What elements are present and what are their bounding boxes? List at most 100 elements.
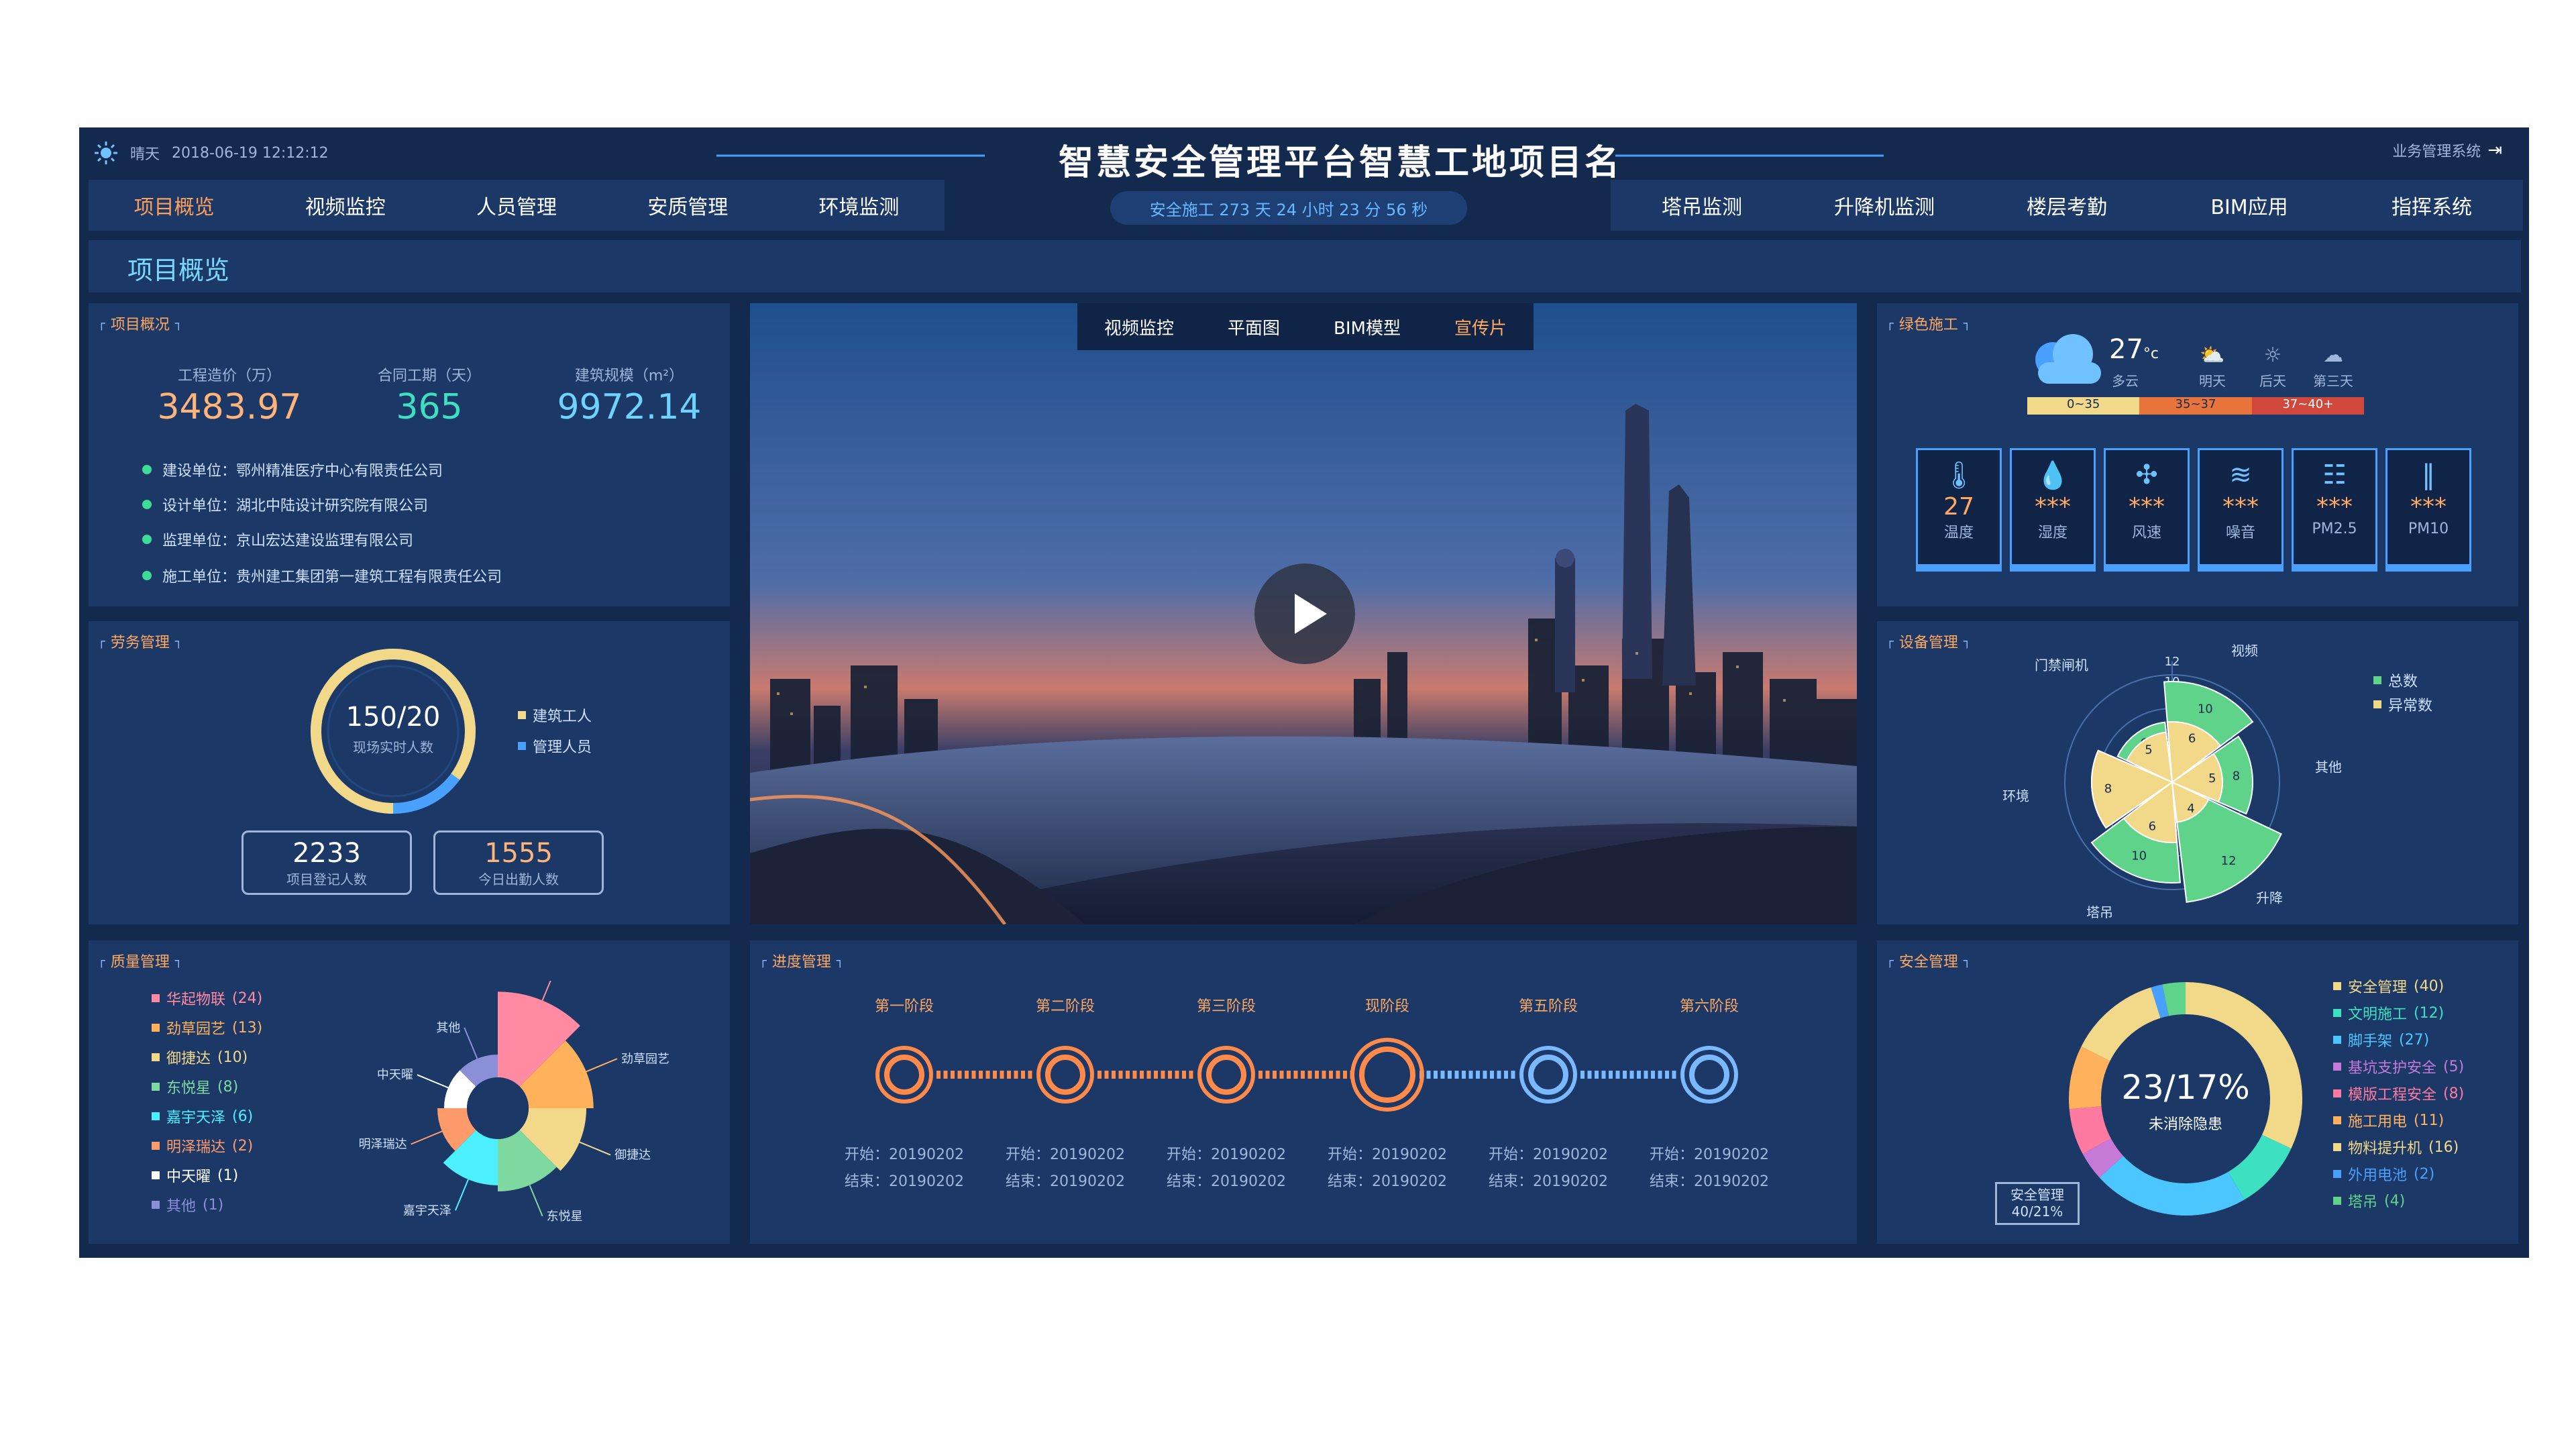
tab-video-monitor[interactable]: 视频监控 [1091,315,1187,339]
labor-ratio-label: 现场实时人数 [353,739,433,755]
legend-swatch [2333,1036,2341,1044]
quality-leader-line [464,1027,478,1059]
safety-panel: 安全管理 23/17% 未消除隐患 安全管理 40/21% 安全管理 (40) 文明… [1877,941,2518,1244]
polar-category-label: 塔吊 [2086,904,2113,920]
nav-item-command[interactable]: 指挥系统 [2341,191,2523,220]
progress-connector-dot [1028,1071,1032,1079]
polar-bar-value: 6 [2149,820,2156,834]
equip-legend-abnormal: 异常数 [2373,694,2432,715]
datetime: 2018-06-19 12:12:12 [172,144,329,162]
current-temp-value: 27 [2109,334,2143,365]
info-contractor: 施工单位：贵州建工集团第一建筑工程有限责任公司 [142,565,502,586]
quality-slice-label: 劲草园艺 [621,1052,669,1066]
polar-bar-value: 12 [2221,854,2237,868]
nav-item-tower-crane[interactable]: 塔吊监测 [1611,191,1793,220]
phase-node-inner [1206,1055,1246,1095]
quality-legend-item: 明泽瑞达 (2) [152,1135,253,1157]
nav-item-safety-quality[interactable]: 安质管理 [602,191,773,220]
project-panel: 项目概况 工程造价（万） 3483.97 合同工期（天） 365 建筑规模（m²… [89,303,730,606]
play-button[interactable] [1254,564,1355,664]
progress-connector-dot [1468,1071,1473,1079]
quality-slice-label: 嘉宇天泽 [403,1203,451,1218]
nav-item-environment[interactable]: 环境监测 [773,191,945,220]
tab-promo-video[interactable]: 宣传片 [1441,315,1520,339]
card-bottom-bar [2106,564,2188,570]
quality-leader-line [529,1185,543,1217]
progress-connector-dot [1637,1071,1641,1079]
quality-legend-count: (10) [217,1049,248,1066]
registered-label: 项目登记人数 [286,871,367,888]
env-card-pm10[interactable]: ‖ *** PM10 [2385,448,2471,572]
page-title: 智慧安全管理平台智慧工地项目名 [1058,143,1622,183]
progress-connector-dot [965,1071,969,1079]
green-panel-tag: 绿色施工 [1886,313,1971,334]
stat-duration-label: 合同工期（天） [377,368,481,384]
stat-scale-label: 建筑规模（m²） [574,368,684,384]
progress-connector-dot [971,1071,976,1079]
progress-connector-dot [1168,1071,1172,1079]
progress-connector-dot [1497,1071,1501,1079]
safety-legend-count: (12) [2414,1004,2445,1022]
quality-legend-name: 其他 [166,1198,197,1215]
progress-connector-dot [1126,1071,1130,1079]
nav-item-project-overview[interactable]: 项目概览 [89,191,260,220]
progress-connector-dot [951,1071,955,1079]
safety-donut-segment [2082,1138,2124,1178]
quality-slice-label: 中天曜 [377,1068,413,1082]
quality-leader-line [579,1141,611,1156]
env-noise-value: *** [2222,493,2259,521]
phase-end-date: 结束：20190202 [1328,1173,1447,1190]
nav-left: 项目概览 视频监控 人员管理 安质管理 环境监测 [89,180,945,231]
legend-swatch [2373,676,2381,684]
env-pm25-value: *** [2316,493,2353,521]
business-system-label: 业务管理系统 [2392,144,2481,160]
tab-bim-model[interactable]: BIM模型 [1320,315,1414,339]
safety-legend-item: 物料提升机 (16) [2333,1136,2459,1158]
nav-item-floor-attendance[interactable]: 楼层考勤 [1976,191,2158,220]
nav-item-video-monitor[interactable]: 视频监控 [260,191,431,220]
env-card-temperature[interactable]: 🌡 27 温度 [1916,448,2002,572]
env-card-wind[interactable]: ✣ *** 风速 [2104,448,2190,572]
safety-legend-item: 脚手架 (27) [2333,1029,2429,1051]
phase-name: 第二阶段 [1035,998,1095,1015]
tab-floor-plan[interactable]: 平面图 [1214,315,1293,339]
quality-legend-name: 中天曜 [166,1169,211,1185]
quality-leader-line [417,1074,449,1089]
phase-start-date: 开始：20190202 [1006,1146,1125,1163]
stat-cost-value: 3483.97 [157,387,302,427]
polar-bar-value: 6 [2188,731,2196,745]
progress-connector-dot [1336,1071,1340,1079]
quality-legend-count: (1) [203,1196,224,1214]
quality-legend-name: 东悦星 [166,1080,211,1097]
safety-legend-item: 安全管理 (40) [2333,975,2444,997]
labor-panel: 劳务管理 150/20 现场实时人数 建筑工人 管理人员 2233 项目登记人数… [89,621,730,924]
progress-connector-dot [1307,1071,1312,1079]
env-noise-label: 噪音 [2225,525,2255,541]
env-card-pm25[interactable]: ☷ *** PM2.5 [2292,448,2377,572]
progress-connector-dot [943,1071,948,1079]
safety-callout-value: 40/21% [2011,1203,2063,1220]
progress-connector-dot [1132,1071,1137,1079]
progress-connector-dot [1426,1071,1431,1079]
polar-bar-value: 5 [2208,771,2216,786]
nav-item-personnel[interactable]: 人员管理 [431,191,602,220]
quality-leader-line [454,1179,469,1211]
registered-count-box: 2233 项目登记人数 [241,830,412,895]
progress-connector-dot [1623,1071,1627,1079]
weather-line: 晴天 2018-06-19 12:12:12 [94,140,329,166]
business-system-link[interactable]: 业务管理系统 ⇥ [2392,137,2502,164]
nav-item-bim[interactable]: BIM应用 [2158,191,2341,220]
progress-timeline [875,1038,1738,1112]
legend-swatch [152,1171,160,1179]
info-designer-text: 设计单位：湖北中陆设计研究院有限公司 [162,498,429,515]
bullet-dot [142,535,152,544]
phase-node-inner [1689,1055,1729,1095]
env-card-humidity[interactable]: 💧 *** 湿度 [2010,448,2096,572]
stat-cost-label: 工程造价（万） [177,368,281,384]
nav-item-lift[interactable]: 升降机监测 [1793,191,1976,220]
env-card-noise[interactable]: ≋ *** 噪音 [2198,448,2284,572]
info-builder-text: 建设单位：鄂州精准医疗中心有限责任公司 [162,463,443,480]
legend-swatch [2333,1170,2341,1178]
video-panel: 视频监控 平面图 BIM模型 宣传片 [750,303,1857,924]
safety-legend-item: 模版工程安全 (8) [2333,1083,2464,1104]
